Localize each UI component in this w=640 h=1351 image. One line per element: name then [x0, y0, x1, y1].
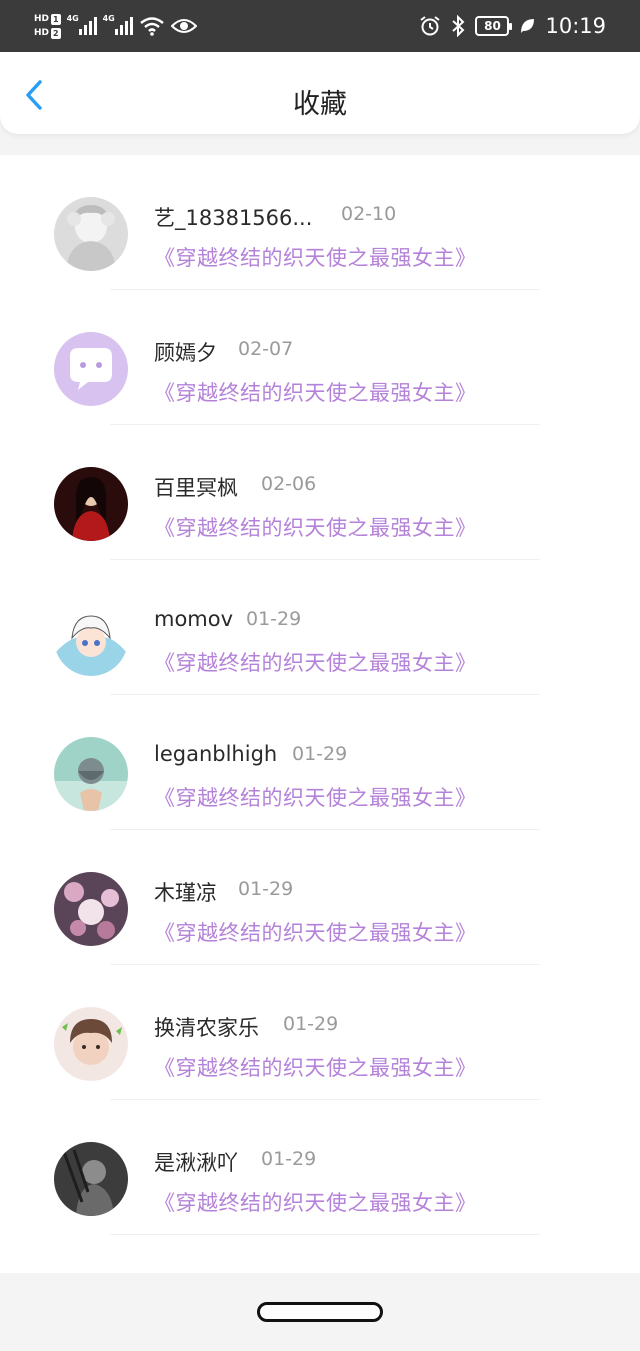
status-right: 80 10:19 — [419, 14, 606, 38]
hd-label-1: HD — [34, 13, 50, 24]
hd-num-2: 2 — [51, 27, 61, 39]
book-title[interactable]: 《穿越终结的织天使之最强女主》 — [154, 647, 477, 677]
battery-level: 80 — [484, 19, 501, 33]
date: 01-29 — [246, 608, 302, 630]
clock: 10:19 — [545, 14, 606, 38]
date: 01-29 — [261, 1148, 317, 1170]
date: 01-29 — [238, 878, 294, 900]
avatar[interactable] — [54, 197, 128, 271]
list-item[interactable]: momov 01-29 《穿越终结的织天使之最强女主》 — [0, 560, 640, 695]
battery-icon: 80 — [475, 16, 513, 36]
list-item[interactable]: 顾嫣夕 02-07 《穿越终结的织天使之最强女主》 — [0, 290, 640, 425]
list-item[interactable]: 换清农家乐 01-29 《穿越终结的织天使之最强女主》 — [0, 965, 640, 1100]
network-label-1: 4G — [66, 14, 79, 23]
status-bar: HD 1 HD 2 4G 4G 80 10:19 — [0, 0, 640, 52]
status-left: HD 1 HD 2 4G 4G — [34, 13, 197, 39]
user-name: 艺_18381566... — [154, 206, 313, 230]
avatar[interactable] — [54, 332, 128, 406]
avatar[interactable] — [54, 1142, 128, 1216]
hd-indicator-2: HD 2 — [34, 27, 61, 39]
list-item[interactable]: 是湫湫吖 01-29 《穿越终结的织天使之最强女主》 — [0, 1100, 640, 1235]
home-indicator[interactable] — [257, 1302, 383, 1322]
navigation-bar — [0, 1273, 640, 1351]
list-item[interactable]: 百里冥枫 02-06 《穿越终结的织天使之最强女主》 — [0, 425, 640, 560]
date: 02-07 — [238, 338, 294, 360]
list-item[interactable]: leganblhigh 01-29 《穿越终结的织天使之最强女主》 — [0, 695, 640, 830]
page-title: 收藏 — [293, 89, 347, 120]
signal-icon-2: 4G — [102, 14, 133, 35]
book-title[interactable]: 《穿越终结的织天使之最强女主》 — [154, 242, 477, 272]
book-title[interactable]: 《穿越终结的织天使之最强女主》 — [154, 917, 477, 947]
user-name: 换清农家乐 — [154, 1016, 259, 1040]
list-item[interactable]: 木瑾凉 01-29 《穿越终结的织天使之最强女主》 — [0, 830, 640, 965]
avatar[interactable] — [54, 737, 128, 811]
date: 01-29 — [283, 1013, 339, 1035]
book-title[interactable]: 《穿越终结的织天使之最强女主》 — [154, 1052, 477, 1082]
eye-icon — [170, 19, 197, 33]
user-name: 顾嫣夕 — [154, 341, 217, 365]
hd-num-1: 1 — [51, 13, 61, 25]
user-name: momov — [154, 607, 234, 631]
book-title[interactable]: 《穿越终结的织天使之最强女主》 — [154, 512, 477, 542]
bluetooth-icon — [452, 15, 465, 37]
signal-icon-1: 4G — [66, 14, 97, 35]
date: 01-29 — [292, 743, 348, 765]
divider — [110, 1234, 540, 1235]
date: 02-10 — [341, 203, 397, 225]
hd-indicators: HD 1 HD 2 — [34, 13, 61, 39]
hd-label-2: HD — [34, 27, 50, 38]
book-title[interactable]: 《穿越终结的织天使之最强女主》 — [154, 1187, 477, 1217]
header: 收藏 — [0, 52, 640, 134]
wifi-icon — [139, 17, 164, 36]
alarm-icon — [420, 16, 441, 36]
avatar[interactable] — [54, 602, 128, 676]
avatar[interactable] — [54, 1007, 128, 1081]
user-name: 木瑾凉 — [154, 881, 217, 905]
leaf-icon — [521, 19, 535, 33]
user-name: leganblhigh — [154, 742, 278, 766]
avatar[interactable] — [54, 872, 128, 946]
avatar[interactable] — [54, 467, 128, 541]
date: 02-06 — [261, 473, 317, 495]
hd-indicator-1: HD 1 — [34, 13, 61, 25]
network-label-2: 4G — [102, 14, 115, 23]
book-title[interactable]: 《穿越终结的织天使之最强女主》 — [154, 782, 477, 812]
list-item[interactable]: 艺_18381566... 02-10 《穿越终结的织天使之最强女主》 — [0, 155, 640, 290]
user-name: 百里冥枫 — [154, 476, 238, 500]
favorites-list: 艺_18381566... 02-10 《穿越终结的织天使之最强女主》 顾嫣夕 … — [0, 155, 640, 1273]
book-title[interactable]: 《穿越终结的织天使之最强女主》 — [154, 377, 477, 407]
user-name: 是湫湫吖 — [154, 1151, 238, 1175]
